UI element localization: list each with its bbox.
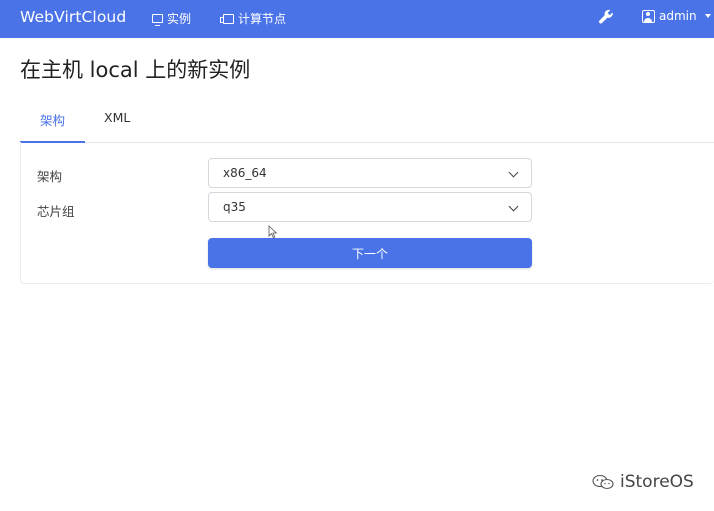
arch-value: x86_64 <box>223 166 267 180</box>
chipset-value: q35 <box>223 200 246 214</box>
user-icon <box>642 9 655 23</box>
top-navbar: WebVirtCloud 实例 计算节点 admin <box>0 0 714 38</box>
wrench-icon[interactable] <box>598 9 614 25</box>
nav-compute-nodes[interactable]: 计算节点 <box>220 10 287 27</box>
user-menu[interactable]: admin <box>642 9 711 23</box>
chipset-label: 芯片组 <box>37 204 75 219</box>
wechat-icon <box>592 474 614 490</box>
chipset-select[interactable]: q35 <box>208 192 532 222</box>
watermark-text: iStoreOS <box>620 472 694 492</box>
caret-down-icon <box>704 14 711 18</box>
chevron-down-icon <box>508 167 519 178</box>
nav-instances[interactable]: 实例 <box>152 10 191 27</box>
next-button[interactable]: 下一个 <box>208 238 532 268</box>
tab-bar: 架构 XML <box>20 100 714 143</box>
mouse-cursor-icon <box>268 225 278 239</box>
watermark: iStoreOS <box>592 472 694 492</box>
page-title: 在主机 local 上的新实例 <box>20 58 251 82</box>
nav-instances-label: 实例 <box>167 12 192 26</box>
tab-xml[interactable]: XML <box>104 110 130 125</box>
brand-logo[interactable]: WebVirtCloud <box>20 8 126 26</box>
arch-label: 架构 <box>37 169 63 184</box>
user-name: admin <box>659 9 697 23</box>
monitor-icon <box>152 14 163 26</box>
tab-architecture[interactable]: 架构 <box>40 110 65 129</box>
chevron-down-icon <box>508 201 519 212</box>
arch-select[interactable]: x86_64 <box>208 158 532 188</box>
nav-compute-label: 计算节点 <box>238 12 287 26</box>
server-icon <box>220 13 234 24</box>
